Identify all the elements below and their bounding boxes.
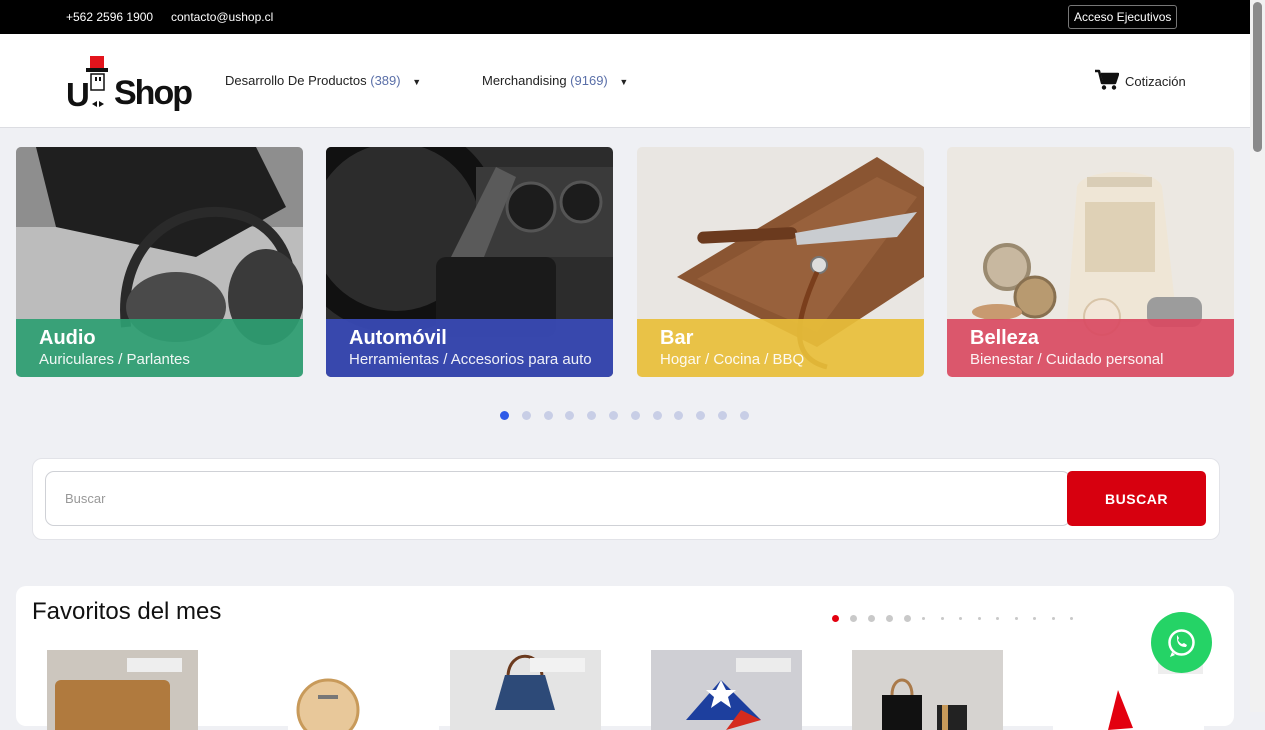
nav-desarrollo-productos[interactable]: Desarrollo De Productos (389) ▼ (225, 73, 421, 88)
carousel-dot[interactable] (652, 411, 662, 420)
favorites-dot[interactable] (996, 617, 999, 621)
category-title: Belleza (970, 327, 1039, 349)
search-input[interactable] (45, 471, 1071, 526)
top-bar: +562 2596 1900 contacto@ushop.cl Acceso … (0, 0, 1250, 34)
category-card-automovil[interactable]: Automóvil Herramientas / Accesorios para… (326, 147, 613, 377)
favorites-dot[interactable] (977, 617, 981, 621)
favorites-pagination (832, 610, 1089, 628)
category-subtitle: Hogar / Cocina / BBQ (660, 351, 805, 368)
search-panel: BUSCAR (32, 458, 1220, 540)
product-gift-bag-image (852, 650, 1003, 730)
nav-count: (389) (370, 73, 401, 88)
scrollbar-thumb[interactable] (1253, 2, 1262, 152)
whatsapp-icon (1168, 629, 1195, 657)
favorites-dot[interactable] (832, 615, 839, 623)
carousel-dot[interactable] (608, 411, 618, 420)
category-card-bar[interactable]: Bar Hogar / Cocina / BBQ (637, 147, 924, 377)
whatsapp-button[interactable] (1151, 612, 1212, 673)
carousel-pagination (500, 407, 762, 420)
shopping-cart-icon (1095, 69, 1119, 90)
carousel-dot[interactable] (696, 411, 706, 420)
favorites-dot[interactable] (1051, 617, 1055, 621)
favorites-dot[interactable] (904, 615, 911, 623)
page-scrollbar[interactable] (1250, 0, 1265, 712)
executive-access-button[interactable]: Acceso Ejecutivos (1068, 5, 1178, 29)
logo-letter-u: U (66, 76, 90, 113)
category-card-belleza[interactable]: Belleza Bienestar / Cuidado personal (947, 147, 1234, 377)
favorites-dot[interactable] (922, 617, 925, 621)
nav-label: Desarrollo De Productos (225, 73, 367, 88)
favorites-dot[interactable] (940, 617, 944, 621)
carousel-dot[interactable] (521, 411, 531, 420)
favorites-dot[interactable] (850, 615, 857, 623)
carousel-dot[interactable] (717, 411, 727, 420)
category-subtitle: Auriculares / Parlantes (39, 351, 190, 368)
carousel-dot[interactable] (630, 411, 640, 420)
favorites-dot[interactable] (886, 615, 893, 623)
site-header: U Shop Desarrollo De Productos (389) ▼ M… (0, 34, 1250, 128)
ushop-logo[interactable]: U Shop (64, 52, 196, 113)
favorites-dot[interactable] (1070, 617, 1073, 621)
favorites-dot[interactable] (959, 617, 962, 621)
category-card-audio[interactable]: Audio Auriculares / Parlantes (16, 147, 303, 377)
cart-label: Cotización (1125, 74, 1186, 89)
category-title: Automóvil (349, 327, 447, 349)
favorites-dot[interactable] (1033, 617, 1036, 621)
product-denim-apron-image (450, 650, 601, 730)
search-button[interactable]: BUSCAR (1067, 471, 1206, 526)
category-subtitle: Bienestar / Cuidado personal (970, 351, 1164, 368)
nav-count: (9169) (570, 73, 608, 88)
product-card[interactable] (288, 650, 439, 730)
product-cutlery-set-image (288, 650, 439, 730)
carousel-dot[interactable] (500, 411, 509, 420)
favorites-section: Favoritos del mes (16, 586, 1234, 730)
carousel-dot[interactable] (543, 411, 553, 420)
favorites-dot[interactable] (868, 615, 875, 623)
phone-number[interactable]: +562 2596 1900 (66, 10, 153, 24)
caret-down-icon: ▼ (412, 77, 422, 87)
carousel-dot[interactable] (587, 411, 597, 420)
product-chile-flag-image (651, 650, 802, 730)
category-subtitle: Herramientas / Accesorios para auto (349, 351, 592, 368)
logo-shop-text: Shop (114, 74, 193, 112)
nav-merchandising[interactable]: Merchandising (9169) ▼ (482, 73, 628, 88)
product-card[interactable] (852, 650, 1003, 730)
email-link[interactable]: contacto@ushop.cl (171, 10, 273, 24)
favorites-dot[interactable] (1014, 617, 1018, 621)
carousel-dot[interactable] (739, 411, 749, 420)
caret-down-icon: ▼ (619, 77, 629, 87)
favorites-title: Favoritos del mes (32, 598, 222, 625)
category-title: Audio (39, 327, 96, 349)
carousel-dot[interactable] (565, 411, 575, 420)
product-card[interactable] (450, 650, 601, 730)
carousel-dot[interactable] (674, 411, 684, 420)
category-title: Bar (660, 327, 694, 349)
product-wood-board-image (47, 650, 198, 730)
nav-label: Merchandising (482, 73, 567, 88)
product-card[interactable] (651, 650, 802, 730)
product-card[interactable] (47, 650, 198, 730)
